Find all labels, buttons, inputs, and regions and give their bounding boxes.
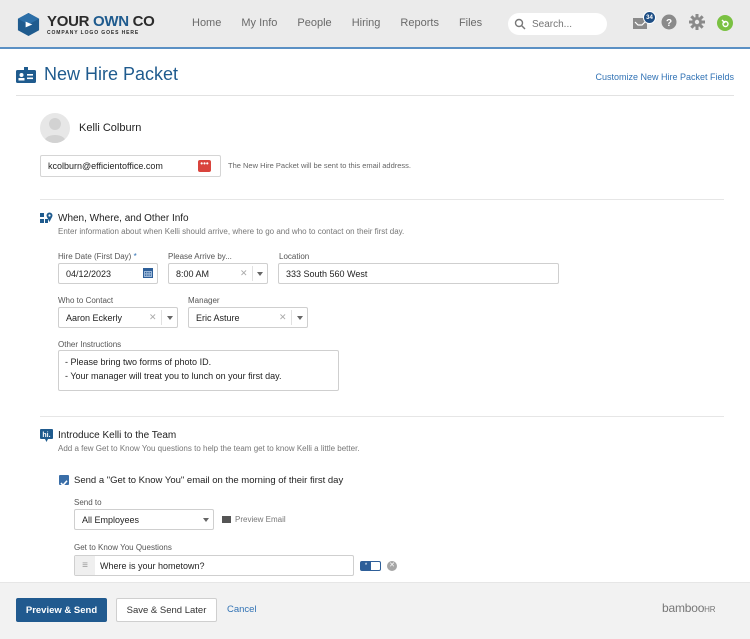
send-to-value: All Employees xyxy=(82,514,140,525)
nav-reports[interactable]: Reports xyxy=(400,17,439,29)
clear-icon[interactable]: ✕ xyxy=(240,268,248,279)
nav-files[interactable]: Files xyxy=(459,17,482,29)
company-logo[interactable]: YOUR OWN CO COMPANY LOGO GOES HERE xyxy=(16,12,155,37)
inbox-count-badge: 34 xyxy=(643,11,656,24)
svg-text:hi.: hi. xyxy=(42,432,50,439)
cancel-link[interactable]: Cancel xyxy=(227,604,257,615)
chevron-down-icon[interactable] xyxy=(297,316,303,320)
section-divider xyxy=(40,199,724,200)
section-divider xyxy=(40,416,724,417)
contact-select[interactable]: Aaron Eckerly ✕ xyxy=(58,307,178,328)
map-pin-icon xyxy=(40,212,53,223)
hi-speech-bubble-icon: hi. xyxy=(40,429,53,442)
arrive-by-value: 8:00 AM xyxy=(176,268,210,279)
person-avatar xyxy=(40,113,70,143)
bamboohr-logo: bambooHR xyxy=(662,601,716,615)
send-to-label: Send to xyxy=(74,498,102,507)
preview-email-link[interactable]: Preview Email xyxy=(222,515,286,524)
clear-icon[interactable]: ✕ xyxy=(279,312,287,323)
search-input[interactable] xyxy=(532,18,602,30)
nav-home[interactable]: Home xyxy=(192,17,221,29)
hire-date-field[interactable] xyxy=(58,263,158,284)
footer-action-bar: Preview & Send Save & Send Later Cancel … xyxy=(0,582,750,639)
drag-handle-icon[interactable]: ≡ xyxy=(75,556,95,575)
id-card-icon xyxy=(16,67,36,83)
section-title-when-where: When, Where, and Other Info xyxy=(58,213,189,224)
contact-label: Who to Contact xyxy=(58,296,114,305)
location-field[interactable] xyxy=(278,263,559,284)
send-email-checkbox[interactable] xyxy=(59,475,69,487)
contact-value: Aaron Eckerly xyxy=(66,312,123,323)
section-description-when-where: Enter information about when Kelli shoul… xyxy=(58,227,405,236)
instructions-textarea[interactable]: - Please bring two forms of photo ID. - … xyxy=(58,350,339,391)
manager-label: Manager xyxy=(188,296,220,305)
svg-text:?: ? xyxy=(666,18,672,29)
instruction-line: - Your manager will treat you to lunch o… xyxy=(65,371,282,381)
send-to-select[interactable]: All Employees xyxy=(74,509,214,530)
section-description-introduce: Add a few Get to Know You questions to h… xyxy=(58,444,360,453)
questions-label: Get to Know You Questions xyxy=(74,543,172,552)
page-header: New Hire Packet Customize New Hire Packe… xyxy=(16,64,734,96)
instruction-line: - Please bring two forms of photo ID. xyxy=(65,357,212,367)
email-options-icon[interactable]: ••• xyxy=(198,160,211,172)
logo-hexagon-icon xyxy=(17,12,40,37)
logo-subtitle: COMPANY LOGO GOES HERE xyxy=(47,29,140,36)
calendar-icon[interactable] xyxy=(143,268,153,278)
clear-icon[interactable]: ✕ xyxy=(149,312,157,323)
asterisk-icon: * xyxy=(361,562,371,570)
default-person-icon xyxy=(44,118,66,143)
logo-title: YOUR OWN CO xyxy=(47,12,155,30)
checkmark-icon xyxy=(60,480,68,487)
select-separator xyxy=(252,266,253,281)
customize-fields-link[interactable]: Customize New Hire Packet Fields xyxy=(595,72,734,82)
select-separator xyxy=(161,310,162,325)
location-label: Location xyxy=(279,252,310,261)
help-icon[interactable]: ? xyxy=(661,14,677,30)
preview-send-button[interactable]: Preview & Send xyxy=(16,598,107,622)
nav-people[interactable]: People xyxy=(297,17,331,29)
save-send-later-button[interactable]: Save & Send Later xyxy=(116,598,217,622)
nav-my-info[interactable]: My Info xyxy=(241,17,277,29)
send-email-checkbox-label[interactable]: Send a "Get to Know You" email on the mo… xyxy=(74,475,343,486)
new-hire-person: Kelli Colburn xyxy=(40,113,141,143)
bamboo-leaf-icon xyxy=(721,19,729,28)
main-nav: Home My Info People Hiring Reports Files xyxy=(192,17,502,29)
hire-date-label: Hire Date (First Day) * xyxy=(58,252,137,261)
nav-hiring[interactable]: Hiring xyxy=(352,17,381,29)
top-nav-bar: YOUR OWN CO COMPANY LOGO GOES HERE Home … xyxy=(0,0,750,49)
chevron-down-icon[interactable] xyxy=(203,518,209,522)
manager-value: Eric Asture xyxy=(196,312,240,323)
preview-email-label: Preview Email xyxy=(235,515,286,524)
arrive-by-select[interactable]: 8:00 AM ✕ xyxy=(168,263,268,284)
question-row[interactable]: ≡ xyxy=(74,555,354,576)
section-title-introduce: Introduce Kelli to the Team xyxy=(58,430,177,441)
question-input[interactable] xyxy=(100,560,340,571)
arrive-by-label: Please Arrive by... xyxy=(168,252,232,261)
envelope-icon xyxy=(222,516,231,523)
location-input[interactable] xyxy=(286,268,558,279)
manager-select[interactable]: Eric Asture ✕ xyxy=(188,307,308,328)
select-separator xyxy=(291,310,292,325)
instructions-label: Other Instructions xyxy=(58,340,122,349)
email-help-text: The New Hire Packet will be sent to this… xyxy=(228,161,411,170)
settings-gear-icon[interactable] xyxy=(689,14,705,30)
page-title: New Hire Packet xyxy=(44,64,179,84)
user-avatar[interactable] xyxy=(717,15,733,31)
chevron-down-icon[interactable] xyxy=(167,316,173,320)
remove-question-icon[interactable]: ✕ xyxy=(387,561,397,571)
chevron-down-icon[interactable] xyxy=(257,272,263,276)
search-icon xyxy=(514,18,526,30)
email-field[interactable]: ••• xyxy=(40,155,221,177)
email-input[interactable] xyxy=(48,161,193,171)
required-toggle[interactable]: * xyxy=(360,561,381,571)
search-box[interactable] xyxy=(508,13,607,35)
person-name: Kelli Colburn xyxy=(79,122,142,134)
